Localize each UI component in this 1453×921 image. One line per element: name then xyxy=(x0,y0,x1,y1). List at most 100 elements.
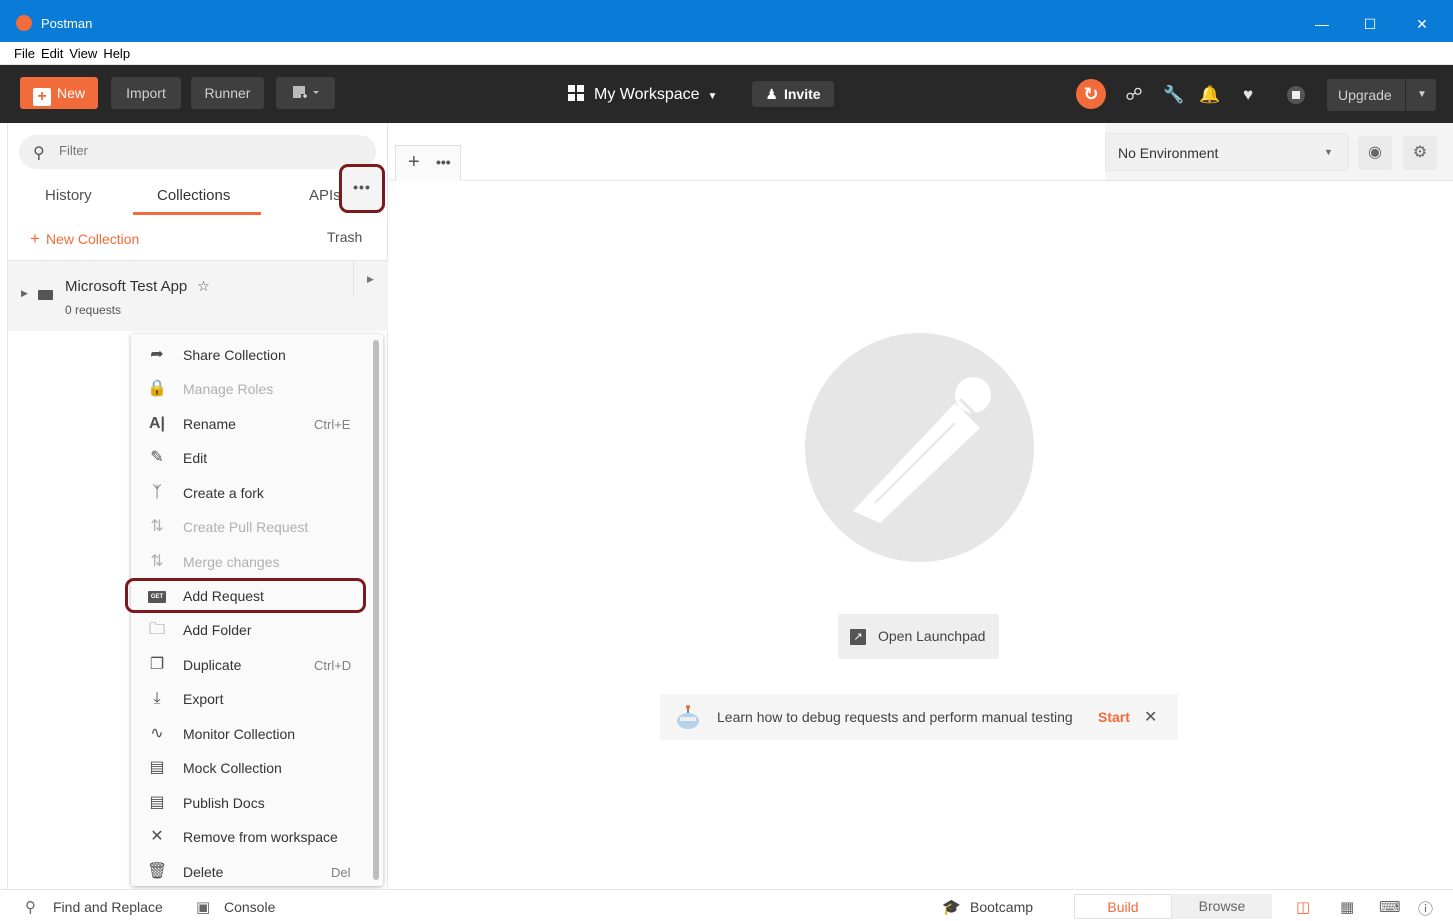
chevron-down-icon: ▼ xyxy=(707,91,718,102)
menu-item-create-pull-request[interactable]: ⇅ Create Pull Request xyxy=(131,510,371,544)
request-tab-strip: + ••• xyxy=(389,123,1105,181)
status-bar: ⚲ Find and Replace ▣ Console 🎓 Bootcamp … xyxy=(0,889,1453,921)
menu-scrollbar[interactable] xyxy=(373,340,379,880)
menu-item-label: Add Folder xyxy=(183,622,252,638)
environment-select[interactable]: No Environment ▼ xyxy=(1105,133,1349,171)
graduation-cap-icon: 🎓 xyxy=(942,899,961,916)
menu-edit[interactable]: Edit xyxy=(38,42,66,65)
rename-icon: A| xyxy=(148,415,166,432)
robot-icon xyxy=(677,705,699,729)
close-icon[interactable]: ✕ xyxy=(1144,707,1157,727)
menu-item-mock-collection[interactable]: ▤ Mock Collection xyxy=(131,751,371,785)
new-tab-button[interactable]: + ••• xyxy=(395,145,461,181)
tab-apis[interactable]: APIs xyxy=(309,187,341,204)
menu-item-create-fork[interactable]: ᛉ Create a fork xyxy=(131,476,371,510)
chevron-down-icon[interactable]: ▼ xyxy=(1417,79,1427,111)
heart-icon[interactable]: ♥ xyxy=(1236,83,1260,107)
maximize-button[interactable]: ☐ xyxy=(1350,10,1390,38)
layout-icon[interactable]: ▦ xyxy=(1340,898,1354,916)
invite-button[interactable]: ♟ Invite xyxy=(752,81,834,107)
new-collection-label: New Collection xyxy=(45,231,140,247)
postman-pen-icon xyxy=(853,377,991,523)
new-button-label: New xyxy=(56,85,85,101)
keyboard-icon[interactable]: ⌨ xyxy=(1379,898,1401,916)
bootcamp-button[interactable]: Bootcamp xyxy=(970,899,1033,915)
menu-item-rename[interactable]: A| Rename Ctrl+E xyxy=(131,407,371,441)
two-pane-view-icon[interactable]: ◫ xyxy=(1296,898,1310,916)
find-and-replace-button[interactable]: Find and Replace xyxy=(53,899,163,915)
open-launchpad-label: Open Launchpad xyxy=(878,628,986,644)
menu-view[interactable]: View xyxy=(66,42,100,65)
plus-icon[interactable]: + xyxy=(408,151,420,174)
collection-name: Microsoft Test App xyxy=(65,278,188,295)
filter-input[interactable] xyxy=(59,143,339,158)
collection-more-button[interactable]: ••• xyxy=(339,164,385,213)
star-icon[interactable]: ☆ xyxy=(197,278,210,294)
collection-request-count: 0 requests xyxy=(65,303,122,317)
build-mode-button[interactable]: Build xyxy=(1074,894,1172,919)
tab-collections[interactable]: Collections xyxy=(157,187,230,204)
duplicate-icon: ❐ xyxy=(149,656,165,673)
close-window-button[interactable]: ✕ xyxy=(1402,10,1442,38)
runner-button[interactable]: Runner xyxy=(191,77,264,109)
new-button[interactable]: + New xyxy=(20,77,98,109)
environment-label: No Environment xyxy=(1118,145,1219,161)
search-icon: ⚲ xyxy=(33,145,45,162)
menu-item-monitor-collection[interactable]: ∿ Monitor Collection xyxy=(131,717,371,751)
menu-item-add-folder[interactable]: 🗀 Add Folder xyxy=(131,613,371,647)
tip-start-link[interactable]: Start xyxy=(1098,709,1130,725)
console-button[interactable]: Console xyxy=(224,899,275,915)
more-tabs-icon[interactable]: ••• xyxy=(436,154,451,170)
close-icon: ✕ xyxy=(150,828,164,845)
help-icon[interactable]: ⓘ xyxy=(1418,898,1433,919)
import-button[interactable]: Import xyxy=(111,77,181,109)
menu-item-delete[interactable]: 🗑 Delete Del xyxy=(131,855,371,889)
sync-icon[interactable]: ↻ xyxy=(1076,79,1106,109)
menu-item-export[interactable]: ⤓ Export xyxy=(131,682,371,716)
workspace-selector[interactable]: My Workspace ▼ xyxy=(568,85,717,104)
minimize-button[interactable]: — xyxy=(1302,10,1342,38)
trash-link[interactable]: Trash xyxy=(327,229,362,245)
add-folder-icon: 🗀 xyxy=(148,621,165,638)
menu-item-share-collection[interactable]: ➦ Share Collection xyxy=(131,338,371,372)
bell-icon[interactable]: 🔔 xyxy=(1198,83,1222,107)
menu-item-duplicate[interactable]: ❐ Duplicate Ctrl+D xyxy=(131,648,371,682)
window-titlebar: Postman — ☐ ✕ xyxy=(0,0,1453,42)
menu-item-label: Edit xyxy=(183,450,208,466)
add-request-highlight xyxy=(125,578,366,613)
tip-text: Learn how to debug requests and perform … xyxy=(717,709,1073,725)
expand-collection-button[interactable]: ▶ xyxy=(353,261,387,297)
postman-logo-icon xyxy=(16,15,32,31)
eye-icon[interactable]: ◉ xyxy=(1358,136,1392,170)
menu-item-merge-changes[interactable]: ⇅ Merge changes xyxy=(131,545,371,579)
trash-icon: 🗑 xyxy=(147,863,168,880)
tab-history[interactable]: History xyxy=(45,187,92,204)
new-collection-button[interactable]: + New Collection xyxy=(30,229,139,249)
upgrade-divider xyxy=(1405,79,1406,111)
open-launchpad-button[interactable]: ↗ Open Launchpad xyxy=(838,614,999,659)
chevron-right-icon[interactable]: ▶ xyxy=(21,288,28,299)
menu-item-publish-docs[interactable]: ▤ Publish Docs xyxy=(131,786,371,820)
new-window-icon xyxy=(292,86,319,101)
menu-file[interactable]: File xyxy=(11,42,38,65)
menu-item-manage-roles[interactable]: 🔒 Manage Roles xyxy=(131,372,371,406)
menu-item-remove-from-workspace[interactable]: ✕ Remove from workspace xyxy=(131,820,371,854)
collection-item[interactable]: ▶ Microsoft Test App ☆ 0 requests ▶ xyxy=(8,260,388,331)
collection-name-row: Microsoft Test App ☆ xyxy=(65,278,210,295)
share-arrow-icon: ➦ xyxy=(150,346,164,363)
menu-item-label: Mock Collection xyxy=(183,760,282,776)
wrench-icon[interactable]: 🔧 xyxy=(1162,83,1186,107)
menu-item-edit[interactable]: ✎ Edit xyxy=(131,441,371,475)
chip-icon[interactable] xyxy=(1284,83,1308,107)
satellite-icon[interactable]: ☍ xyxy=(1122,83,1146,107)
menu-help[interactable]: Help xyxy=(100,42,133,65)
menu-item-label: Create Pull Request xyxy=(183,519,309,535)
plus-icon: + xyxy=(30,229,40,248)
new-window-button[interactable] xyxy=(276,77,335,109)
upgrade-button[interactable]: Upgrade ▼ xyxy=(1327,79,1436,111)
postman-logo-illustration xyxy=(805,333,1034,562)
gear-icon[interactable]: ⚙ xyxy=(1403,136,1437,170)
browse-mode-button[interactable]: Browse xyxy=(1172,894,1272,919)
fork-icon: ᛉ xyxy=(152,484,162,501)
menu-item-label: Export xyxy=(183,691,224,707)
